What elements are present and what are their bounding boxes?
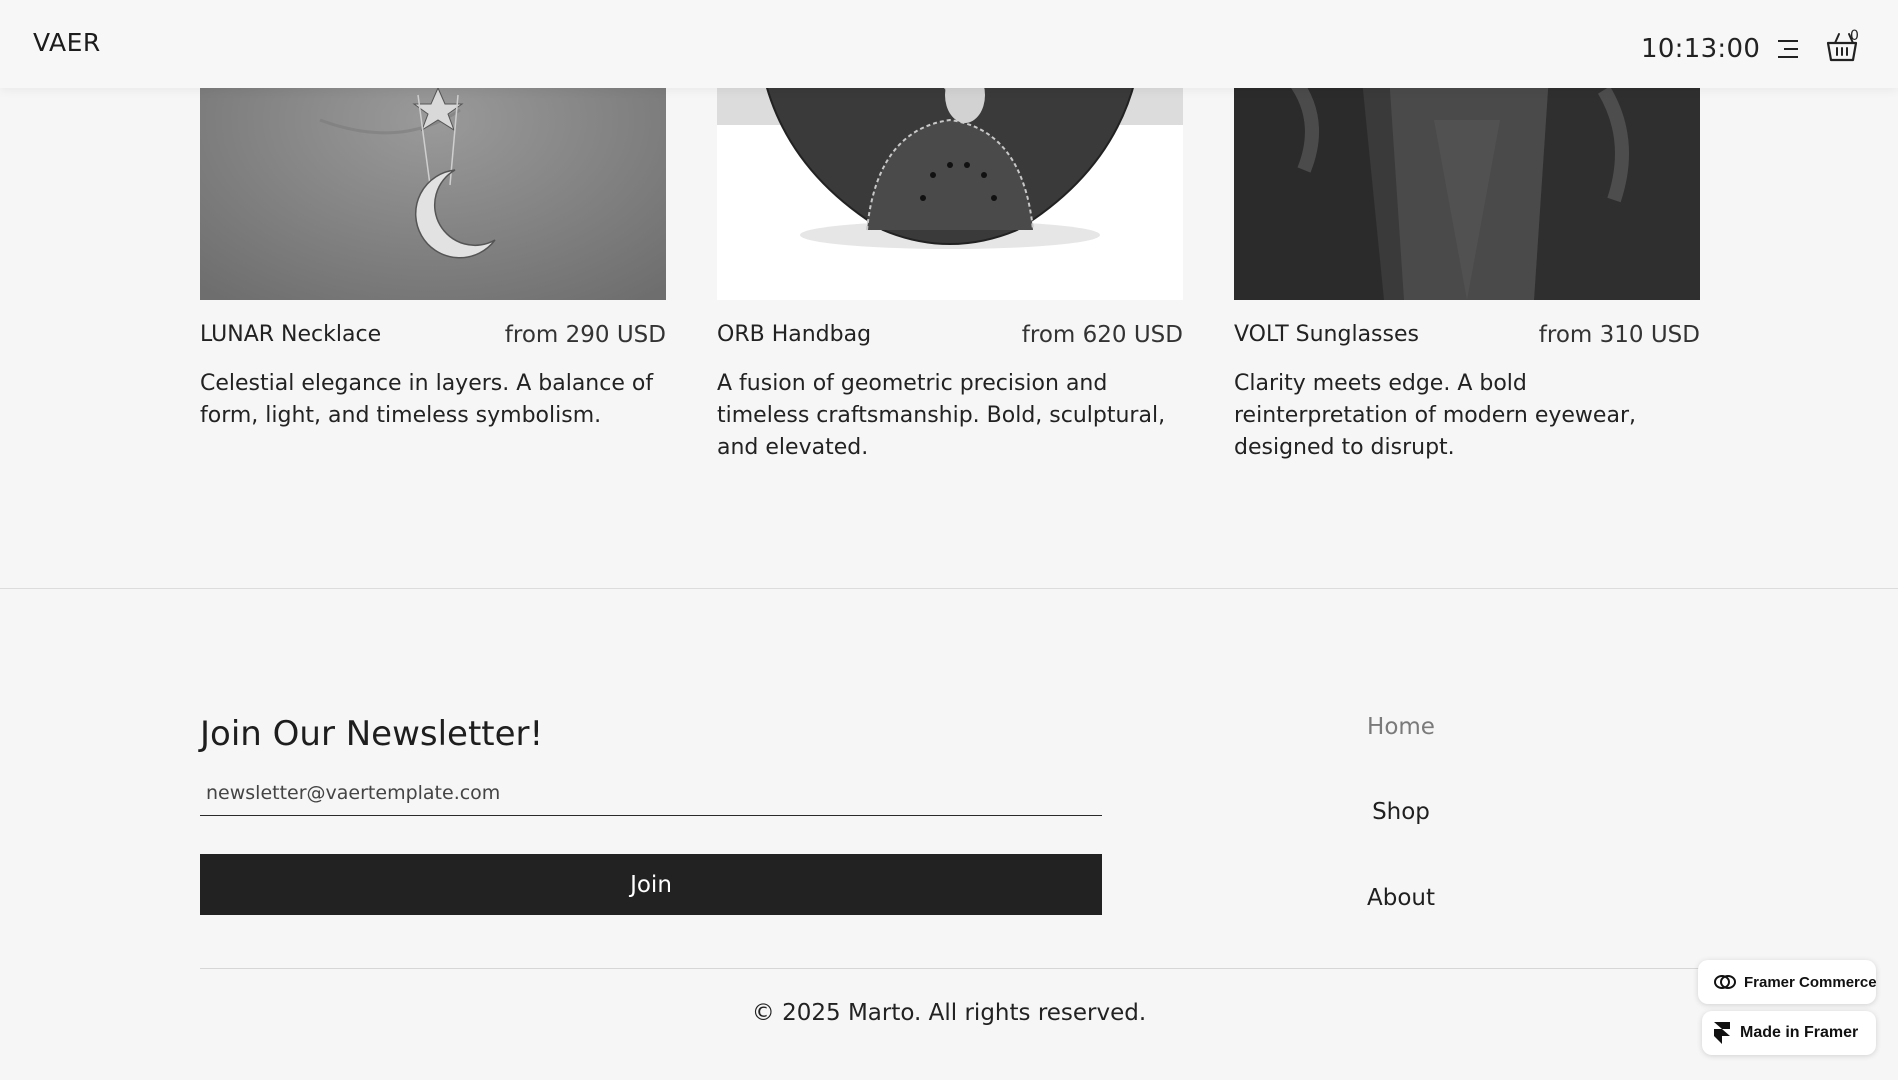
page: LUNAR Necklace from 290 USD Celestial el… bbox=[0, 0, 1898, 1080]
product-name[interactable]: VOLT Sunglasses bbox=[1234, 322, 1419, 347]
footer-link-about[interactable]: About bbox=[1301, 885, 1501, 911]
framer-commerce-badge[interactable]: Framer Commerce bbox=[1698, 960, 1877, 1004]
product-name[interactable]: ORB Handbag bbox=[717, 322, 871, 347]
footer-link-shop[interactable]: Shop bbox=[1301, 799, 1501, 825]
clock-display: 10:13:00 bbox=[1641, 34, 1761, 64]
join-button[interactable]: Join bbox=[200, 854, 1102, 915]
footer-divider bbox=[200, 968, 1700, 969]
made-in-framer-label: Made in Framer bbox=[1740, 1024, 1859, 1041]
framer-commerce-label: Framer Commerce bbox=[1744, 973, 1877, 991]
framer-commerce-icon bbox=[1714, 975, 1736, 989]
section-divider bbox=[0, 588, 1898, 589]
menu-icon[interactable] bbox=[1776, 38, 1798, 62]
product-description: A fusion of geometric precision and time… bbox=[717, 371, 1166, 460]
framer-logo-icon bbox=[1714, 1022, 1730, 1044]
product-description: Celestial elegance in layers. A balance … bbox=[200, 371, 654, 428]
made-in-framer-badge[interactable]: Made in Framer bbox=[1702, 1011, 1876, 1055]
site-header: VAER 10:13:00 0 bbox=[0, 0, 1898, 88]
product-price: from 290 USD bbox=[504, 322, 666, 348]
product-name[interactable]: LUNAR Necklace bbox=[200, 322, 381, 347]
newsletter-email-input[interactable] bbox=[200, 770, 1102, 816]
newsletter-title: Join Our Newsletter! bbox=[200, 714, 544, 754]
copyright-text: © 2025 Marto. All rights reserved. bbox=[751, 1000, 1147, 1026]
product-price: from 310 USD bbox=[1538, 322, 1700, 348]
site-logo[interactable]: VAER bbox=[33, 28, 101, 57]
cart-count-badge: 0 bbox=[1850, 28, 1859, 44]
footer-link-home[interactable]: Home bbox=[1301, 714, 1501, 740]
product-price: from 620 USD bbox=[1021, 322, 1183, 348]
product-description: Clarity meets edge. A bold reinterpretat… bbox=[1234, 371, 1636, 460]
